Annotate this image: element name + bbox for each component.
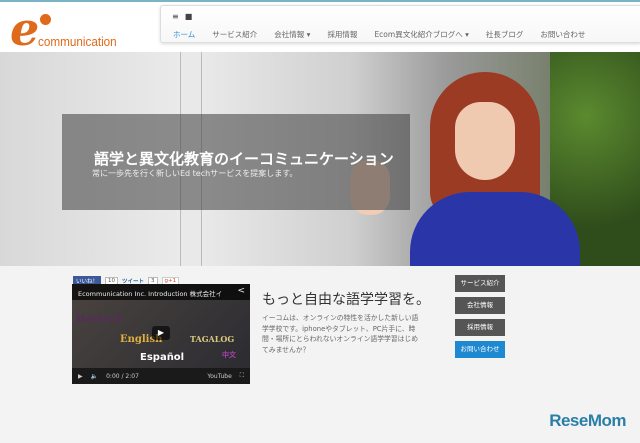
main-nav: ≡ ■ ホーム サービス紹介 会社情報 ▾ 採用情報 Ecom異文化紹介ブログへ… <box>160 5 640 43</box>
nav-contact[interactable]: お問い合わせ <box>540 29 585 40</box>
video-title[interactable]: Ecommunication Inc. Introduction 株式会社イ <box>72 284 250 300</box>
section-headline: もっと自由な語学学習を。 <box>262 292 430 308</box>
play-icon[interactable]: ▶ <box>152 326 170 340</box>
video-lang: Español <box>140 352 185 363</box>
video-lang: Deutsch <box>76 314 122 325</box>
video-time: 0:00 / 2:07 <box>106 372 139 380</box>
company-button[interactable]: 会社情報 <box>455 297 505 314</box>
youtube-logo[interactable]: YouTube <box>207 373 231 380</box>
rss-icon[interactable]: ≡ <box>172 12 179 21</box>
nav-blog[interactable]: Ecom異文化紹介ブログへ ▾ <box>374 29 468 40</box>
hero-title: 語学と異文化教育のイーコミュニケーション <box>94 150 394 168</box>
play-button-icon[interactable]: ▶ <box>78 373 83 380</box>
video-lang: 中文 <box>222 350 236 359</box>
fullscreen-icon[interactable]: ⛶ <box>240 372 244 380</box>
video-player[interactable]: Ecommunication Inc. Introduction 株式会社イ <… <box>72 284 250 384</box>
recruit-button[interactable]: 採用情報 <box>455 319 505 336</box>
nav-services[interactable]: サービス紹介 <box>212 29 257 40</box>
logo-text: communication <box>38 34 117 49</box>
youtube-icon[interactable]: ■ <box>185 12 193 21</box>
volume-icon[interactable]: 🔈 <box>91 373 98 380</box>
hero-caption: 語学と異文化教育のイーコミュニケーション 常に一歩先を行く新しいEd techサ… <box>62 114 410 210</box>
nav-recruit[interactable]: 採用情報 <box>327 29 357 40</box>
video-lang: TAGALOG <box>190 334 235 344</box>
logo[interactable]: e communication <box>10 2 125 56</box>
video-controls: ▶ 🔈 0:00 / 2:07 YouTube ⛶ <box>72 368 250 384</box>
nav-company[interactable]: 会社情報 ▾ <box>274 29 310 40</box>
hero-subtitle: 常に一歩先を行く新しいEd techサービスを提案します。 <box>92 169 298 178</box>
globe-icon <box>40 14 51 25</box>
logo-mark: e <box>10 2 40 56</box>
hero-person-image <box>350 72 580 266</box>
share-icon[interactable]: < <box>237 286 245 296</box>
resemom-watermark: ReseMom <box>549 411 626 430</box>
services-button[interactable]: サービス紹介 <box>455 275 505 292</box>
hero-banner: 語学と異文化教育のイーコミュニケーション 常に一歩先を行く新しいEd techサ… <box>0 52 640 266</box>
nav-ceo-blog[interactable]: 社長ブログ <box>486 29 524 40</box>
section-description: イーコムは、オンラインの特性を活かした新しい語学学校です。iphoneやタブレッ… <box>262 314 419 354</box>
contact-button[interactable]: お問い合わせ <box>455 341 505 358</box>
nav-home[interactable]: ホーム <box>173 29 195 40</box>
